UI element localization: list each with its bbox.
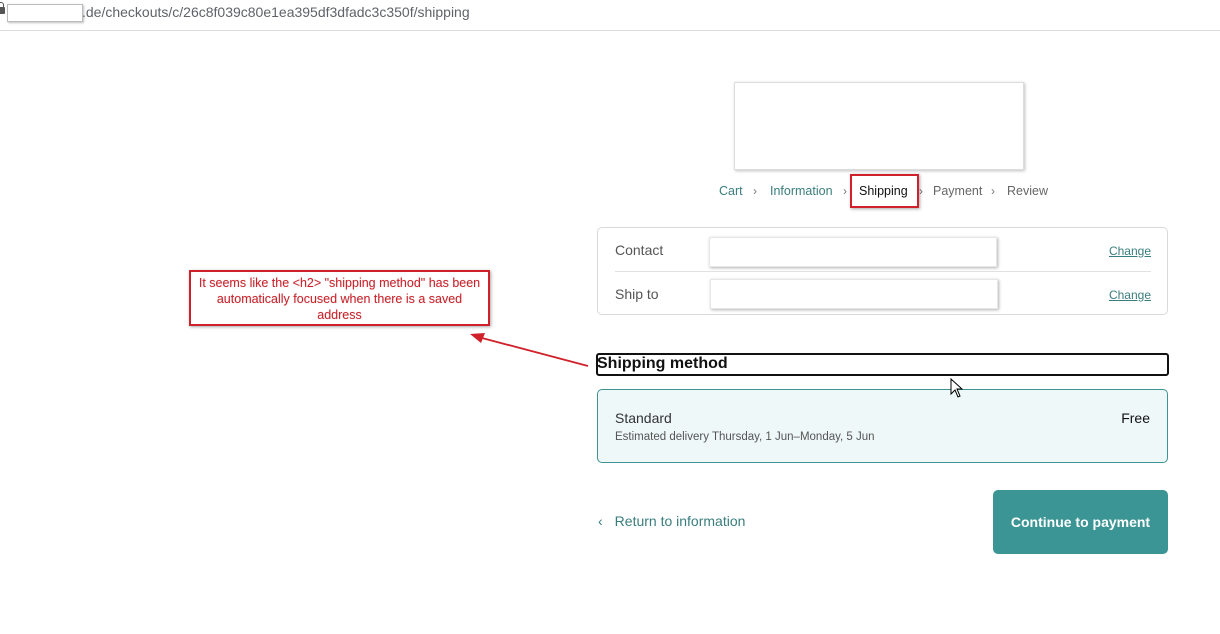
- annotation-arrow-icon: [470, 333, 589, 367]
- mouse-cursor-icon: [950, 378, 964, 398]
